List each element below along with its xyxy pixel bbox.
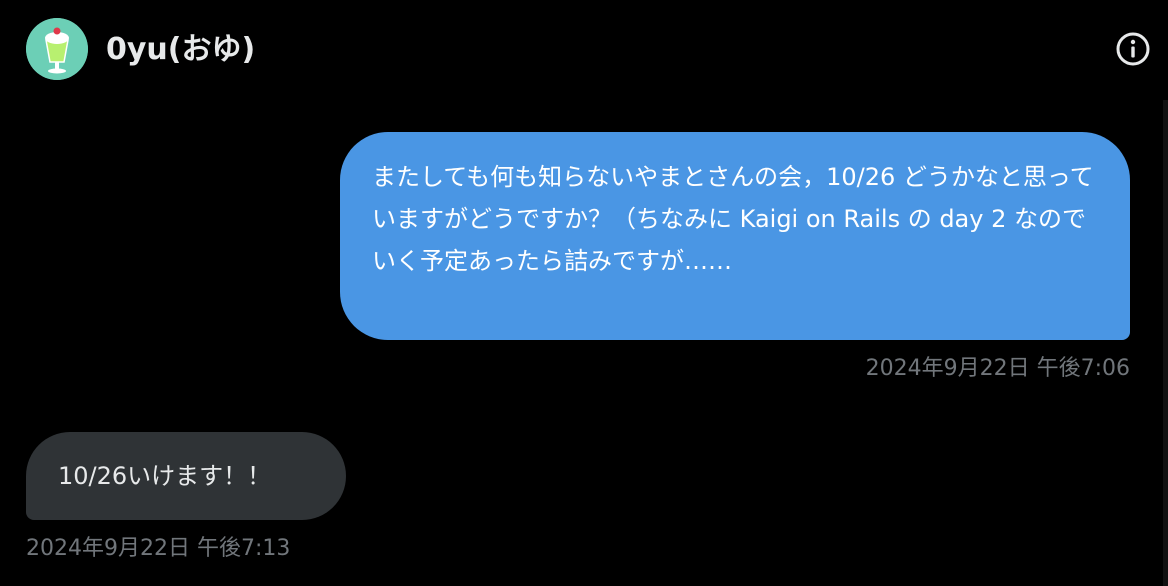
outgoing-message[interactable]: またしても何も知らないやまとさんの会，10/26 どうかなと思っていますがどうで… <box>340 132 1130 340</box>
conversation-header: 0yu(おゆ) <box>0 0 1168 100</box>
conversation-title[interactable]: 0yu(おゆ) <box>106 30 255 70</box>
message-timestamp: 2024年9月22日 午後7:06 <box>865 356 1130 381</box>
avatar[interactable] <box>26 18 88 80</box>
info-icon <box>1116 32 1150 66</box>
message-timestamp: 2024年9月22日 午後7:13 <box>26 536 291 561</box>
incoming-message[interactable]: 10/26いけます！！ <box>26 432 346 520</box>
dm-conversation: 0yu(おゆ) またしても何も知らないやまとさんの会，10/26 どうかなと思っ… <box>0 0 1168 586</box>
message-text: 10/26いけます！！ <box>58 462 272 490</box>
cream-soda-avatar-icon <box>26 18 88 80</box>
info-button[interactable] <box>1114 30 1152 68</box>
message-text: またしても何も知らないやまとさんの会，10/26 どうかなと思っていますがどうで… <box>372 163 1094 275</box>
scrollbar[interactable] <box>1163 100 1168 586</box>
